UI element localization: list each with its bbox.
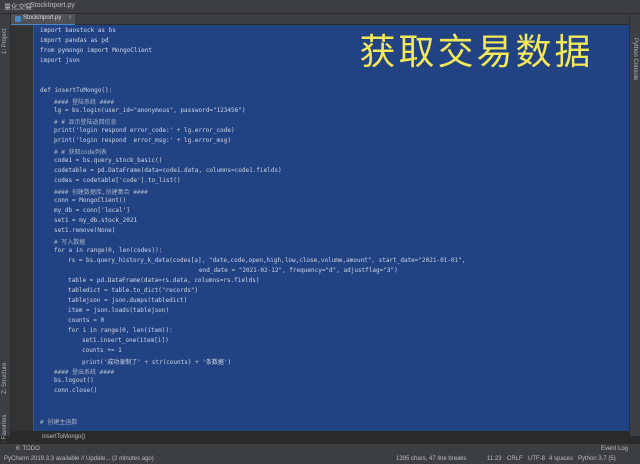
code-line: item = json.loads(tablejson) (68, 307, 170, 314)
python-file-icon (15, 16, 21, 22)
code-line: codetable = pd.DataFrame(data=code1.data… (54, 167, 282, 174)
breadcrumb: insertToMongo() (34, 432, 629, 442)
code-line: rs = bs.query_history_k_data(codes[a], "… (68, 257, 466, 264)
project-name[interactable]: 量化交易 (4, 2, 32, 12)
char-count: 1395 chars, 47 line breaks (396, 456, 467, 462)
code-line: tablejson = json.dumps(tabledict) (68, 297, 188, 304)
code-line: end_date = "2021-02-12", frequency="d", … (199, 267, 398, 274)
code-line: counts = 0 (68, 317, 105, 324)
code-line: #### 登出系统 #### (54, 369, 115, 376)
code-line: conn.close() (54, 387, 98, 394)
tool-window-bar: 6: TODO Event Log (0, 443, 640, 454)
line-gutter (11, 25, 34, 431)
code-line: print('login respond error_code:' + lg.e… (54, 127, 235, 134)
code-line: code1 = bs.query_stock_basic() (54, 157, 163, 164)
event-log-button[interactable]: Event Log (601, 446, 628, 452)
code-line: set1.remove(None) (54, 227, 116, 234)
structure-tool-button[interactable]: Z: Structure (2, 363, 8, 394)
code-line: set1.insert_one(item[i]) (82, 337, 169, 344)
left-tool-strip: 1: Project Z: Structure 2: Favorites (0, 14, 11, 446)
overlay-caption: 获取交易数据 (359, 32, 594, 73)
indent-setting[interactable]: 4 spaces (549, 456, 573, 462)
code-line: lg = bs.login(user_id="anonymous", passw… (54, 107, 246, 114)
code-line: #### 创建数据库,创建集合 #### (54, 189, 148, 196)
code-line: conn = MongoClient() (54, 197, 127, 204)
status-message[interactable]: PyCharm 2019.3.3 available // Update... … (4, 456, 154, 462)
editor-tab-bar: StockInport.py × (11, 14, 629, 26)
project-tool-button[interactable]: 1: Project (2, 29, 8, 54)
file-encoding[interactable]: UTF-8 (528, 456, 545, 462)
code-line: counts += 1 (82, 347, 122, 354)
chevron-right-icon: › (24, 2, 27, 9)
code-line: tabledict = table.to_dict("records") (68, 287, 199, 294)
code-line: # 创建主函数 (40, 419, 78, 426)
code-line: #### 登陆系统 #### (54, 99, 115, 106)
file-name[interactable]: StockInport.py (30, 2, 75, 9)
code-line: # # 获取code列表 (54, 149, 107, 156)
breadcrumb-function[interactable]: insertToMongo() (42, 434, 85, 440)
code-line: print('成功录制了' + str(counts) + '条数据') (82, 359, 232, 366)
interpreter-selector[interactable]: Python 3.7 (5) (578, 456, 616, 462)
code-line: import json (40, 57, 80, 64)
code-line: bs.logout() (54, 377, 94, 384)
code-line: # 写入数据 (54, 239, 86, 246)
status-bar: PyCharm 2019.3.3 available // Update... … (0, 454, 640, 464)
code-line: for a in range(0, len(codes)): (54, 247, 163, 254)
code-line: set1 = my_db.stock_2021 (54, 217, 138, 224)
right-tool-strip: Python Console (629, 14, 640, 436)
cursor-position[interactable]: 11:23 (487, 456, 502, 462)
tab-label: StockInport.py (23, 15, 62, 21)
favorites-tool-button[interactable]: 2: Favorites (2, 415, 8, 446)
code-line: codes = codetable['code'].to_list() (54, 177, 181, 184)
code-line: import baostock as bs (40, 27, 116, 34)
code-line: print('login respond error_msg:' + lg.er… (54, 137, 232, 144)
code-line: table = pd.DataFrame(data=rs.data, colum… (68, 277, 260, 284)
code-line: # # 显示登陆返回信息 (54, 119, 117, 126)
code-line: for i in range(0, len(item)): (68, 327, 173, 334)
close-tab-icon[interactable]: × (68, 15, 72, 21)
code-line: my_db = conn['local'] (54, 207, 130, 214)
python-console-tool-button[interactable]: Python Console (632, 38, 638, 80)
line-separator[interactable]: CRLF (507, 456, 523, 462)
todo-tool-button[interactable]: 6: TODO (16, 446, 40, 452)
code-line: import pandas as pd (40, 37, 109, 44)
code-line: def insertToMongo(): (40, 87, 113, 94)
code-editor[interactable]: import baostock as bs import pandas as p… (34, 25, 629, 431)
code-line: from pymongo import MongoClient (40, 47, 152, 54)
title-bar: 量化交易 › StockInport.py (0, 0, 640, 14)
